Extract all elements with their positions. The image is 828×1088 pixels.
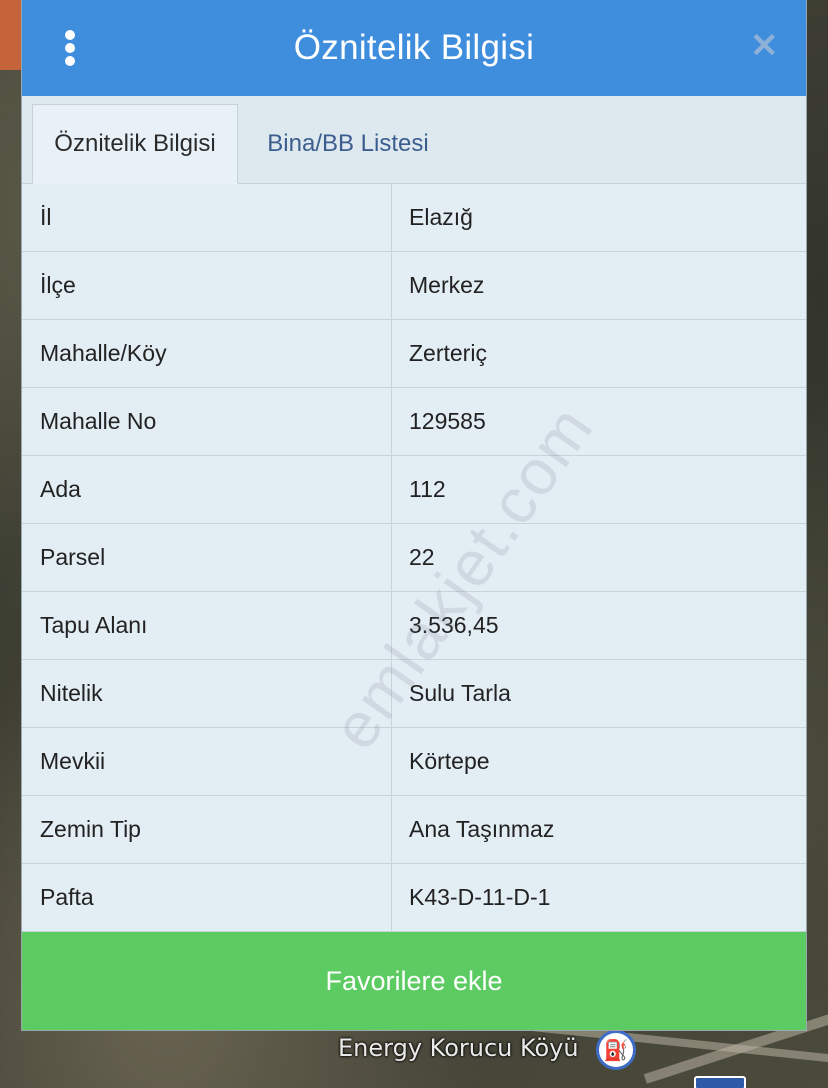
attribute-value: Sulu Tarla <box>409 680 511 706</box>
attribute-key: Mevkii <box>22 728 392 795</box>
attribute-value: Elazığ <box>409 204 473 230</box>
table-row: Mevkii Körtepe <box>22 728 806 796</box>
table-row: İl Elazığ <box>22 184 806 252</box>
attribute-key: Mahalle/Köy <box>22 320 392 387</box>
add-to-favorites-button[interactable]: Favorilere ekle <box>22 932 806 1030</box>
map-place-label: Energy Korucu Köyü <box>338 1034 579 1062</box>
attribute-value: 22 <box>409 544 435 570</box>
attribute-value: Körtepe <box>409 748 490 774</box>
attribute-key: Ada <box>22 456 392 523</box>
attribute-value: Zerteriç <box>409 340 487 366</box>
attribute-key: Mahalle No <box>22 388 392 455</box>
table-row: Nitelik Sulu Tarla <box>22 660 806 728</box>
attribute-key: Parsel <box>22 524 392 591</box>
tab-building-list[interactable]: Bina/BB Listesi <box>238 104 458 184</box>
attribute-value: Ana Taşınmaz <box>409 816 555 842</box>
close-icon[interactable]: ✕ <box>750 28 779 64</box>
table-row: Zemin Tip Ana Taşınmaz <box>22 796 806 864</box>
table-row: İlçe Merkez <box>22 252 806 320</box>
kebab-menu-icon[interactable] <box>60 30 80 66</box>
attribute-key: İlçe <box>22 252 392 319</box>
tab-attribute-info[interactable]: Öznitelik Bilgisi <box>32 104 238 184</box>
attribute-key: İl <box>22 184 392 251</box>
table-row: Mahalle/Köy Zerteriç <box>22 320 806 388</box>
table-row: Parsel 22 <box>22 524 806 592</box>
attribute-key: Pafta <box>22 864 392 931</box>
tab-bar: Öznitelik Bilgisi Bina/BB Listesi <box>22 96 806 184</box>
table-row: Tapu Alanı 3.536,45 <box>22 592 806 660</box>
attribute-value: Merkez <box>409 272 485 298</box>
attribute-key: Zemin Tip <box>22 796 392 863</box>
attribute-value: K43-D-11-D-1 <box>409 884 551 910</box>
attribute-key: Tapu Alanı <box>22 592 392 659</box>
table-row: Pafta K43-D-11-D-1 <box>22 864 806 932</box>
fuel-station-icon[interactable]: ⛽ <box>596 1030 636 1070</box>
attribute-value: 129585 <box>409 408 486 434</box>
attribute-dialog: Öznitelik Bilgisi ✕ Öznitelik Bilgisi Bi… <box>22 0 806 1030</box>
attribute-value: 3.536,45 <box>409 612 499 638</box>
attribute-value: 112 <box>409 476 446 502</box>
map-edge-marker <box>0 0 22 70</box>
table-row: Mahalle No 129585 <box>22 388 806 456</box>
table-row: Ada 112 <box>22 456 806 524</box>
attribute-table: İl Elazığ İlçe Merkez Mahalle/Köy Zerter… <box>22 184 806 932</box>
attribute-key: Nitelik <box>22 660 392 727</box>
road-shield-icon <box>694 1076 746 1088</box>
dialog-header: Öznitelik Bilgisi ✕ <box>22 0 806 96</box>
dialog-title: Öznitelik Bilgisi <box>293 28 535 67</box>
